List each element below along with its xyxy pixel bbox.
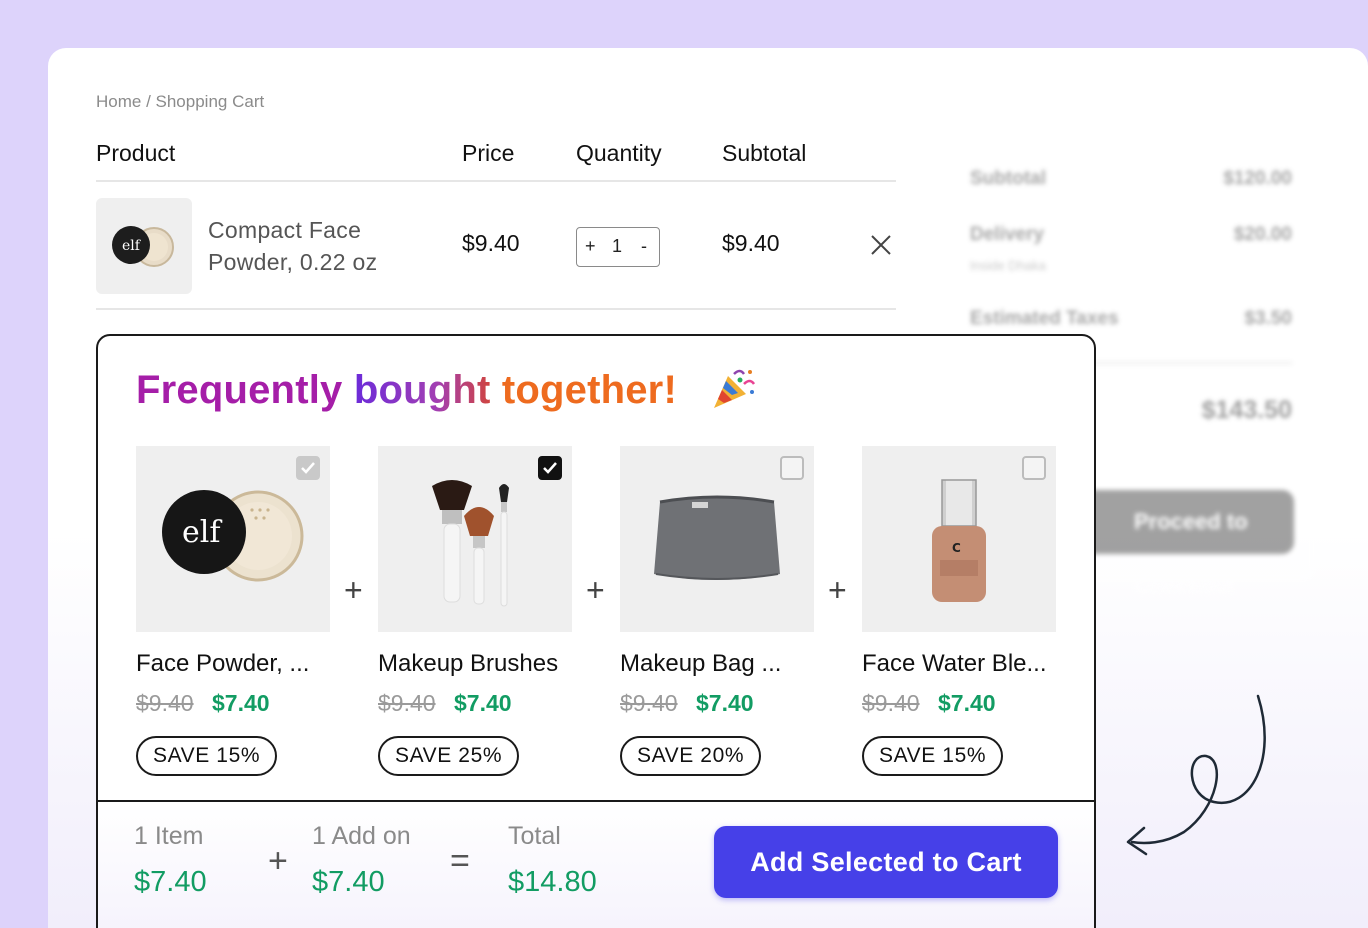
summary-total-value: $143.50 — [1201, 396, 1292, 424]
fbt-title-word-3: together! — [501, 368, 677, 412]
fbt-title-word-2: bought — [353, 368, 491, 412]
fbt-old-price: $9.40 — [136, 690, 194, 716]
product-checkbox[interactable] — [538, 456, 562, 480]
quantity-stepper: + 1 - — [576, 227, 660, 267]
row-subtotal: $9.40 — [722, 230, 780, 256]
quantity-decrease-button[interactable]: - — [641, 236, 647, 257]
summary-delivery-value: $20.00 — [1233, 224, 1292, 245]
equals-operator: = — [450, 842, 470, 880]
product-thumbnail: elf — [96, 198, 192, 294]
breadcrumb[interactable]: Home / Shopping Cart — [96, 92, 264, 112]
svg-text:elf: elf — [122, 238, 142, 254]
close-icon[interactable] — [868, 232, 894, 258]
summary-subtotal-value: $120.00 — [1223, 168, 1292, 189]
items-total-value: $7.40 — [134, 866, 207, 898]
header-quantity: Quantity — [576, 140, 662, 166]
fbt-product-name[interactable]: Makeup Brushes — [378, 650, 558, 678]
header-product: Product — [96, 140, 176, 166]
product-checkbox[interactable] — [780, 456, 804, 480]
fbt-new-price: $7.40 — [212, 690, 270, 716]
save-badge: SAVE 25% — [378, 736, 520, 776]
fbt-product-name[interactable]: Face Water Ble... — [862, 650, 1047, 678]
grand-total-value: $14.80 — [508, 866, 597, 898]
quantity-increase-button[interactable]: + — [585, 236, 596, 257]
plus-sign: + — [828, 572, 847, 608]
addon-total-value: $7.40 — [312, 866, 385, 898]
product-checkbox[interactable] — [1022, 456, 1046, 480]
header-subtotal: Subtotal — [722, 140, 807, 166]
curly-arrow-icon — [1126, 694, 1266, 856]
fbt-title: Frequently bought together! — [136, 368, 677, 413]
product-checkbox[interactable] — [296, 456, 320, 480]
quantity-value[interactable]: 1 — [612, 236, 622, 257]
svg-text:C: C — [952, 541, 961, 555]
cart-table-header: Product Price Quantity Subtotal — [96, 140, 896, 182]
summary-subtotal-label: Subtotal — [970, 168, 1046, 189]
frequently-bought-together-panel: Frequently bought together! elf Face Pow… — [96, 334, 1096, 928]
summary-delivery-sub: Inside Dhaka — [970, 258, 1046, 273]
total-label: Total — [508, 822, 561, 850]
product-price: $9.40 — [462, 230, 520, 256]
fbt-old-price: $9.40 — [862, 690, 920, 716]
summary-delivery-label: Delivery — [970, 224, 1044, 245]
save-badge: SAVE 15% — [862, 736, 1004, 776]
items-count-label: 1 Item — [134, 822, 204, 850]
save-badge: SAVE 15% — [136, 736, 278, 776]
plus-sign: + — [344, 572, 363, 608]
fbt-title-word-1: Frequently — [136, 368, 343, 412]
party-popper-icon — [710, 366, 756, 412]
makeup-brushes-image — [378, 446, 572, 632]
fbt-product-name[interactable]: Makeup Bag ... — [620, 650, 781, 678]
makeup-bag-image — [620, 446, 814, 632]
fbt-old-price: $9.40 — [378, 690, 436, 716]
fbt-product-name[interactable]: Face Powder, ... — [136, 650, 309, 678]
plus-sign: + — [586, 572, 605, 608]
summary-taxes-value: $3.50 — [1244, 308, 1292, 329]
cart-row: elf Compact Face Powder, 0.22 oz $9.40 +… — [96, 182, 896, 310]
fbt-footer: 1 Item $7.40 + 1 Add on $7.40 = Total $1… — [98, 800, 1094, 928]
add-selected-to-cart-button[interactable]: Add Selected to Cart — [714, 826, 1058, 898]
svg-text:elf: elf — [182, 515, 222, 550]
fbt-new-price: $7.40 — [696, 690, 754, 716]
fbt-old-price: $9.40 — [620, 690, 678, 716]
header-price: Price — [462, 140, 515, 166]
fbt-new-price: $7.40 — [938, 690, 996, 716]
product-name[interactable]: Compact Face Powder, 0.22 oz — [208, 214, 428, 278]
face-powder-image: elf — [136, 446, 330, 632]
fbt-new-price: $7.40 — [454, 690, 512, 716]
addon-count-label: 1 Add on — [312, 822, 411, 850]
summary-taxes-label: Estimated Taxes — [970, 308, 1119, 329]
save-badge: SAVE 20% — [620, 736, 762, 776]
foundation-bottle-image: C — [862, 446, 1056, 632]
plus-operator: + — [268, 842, 288, 880]
